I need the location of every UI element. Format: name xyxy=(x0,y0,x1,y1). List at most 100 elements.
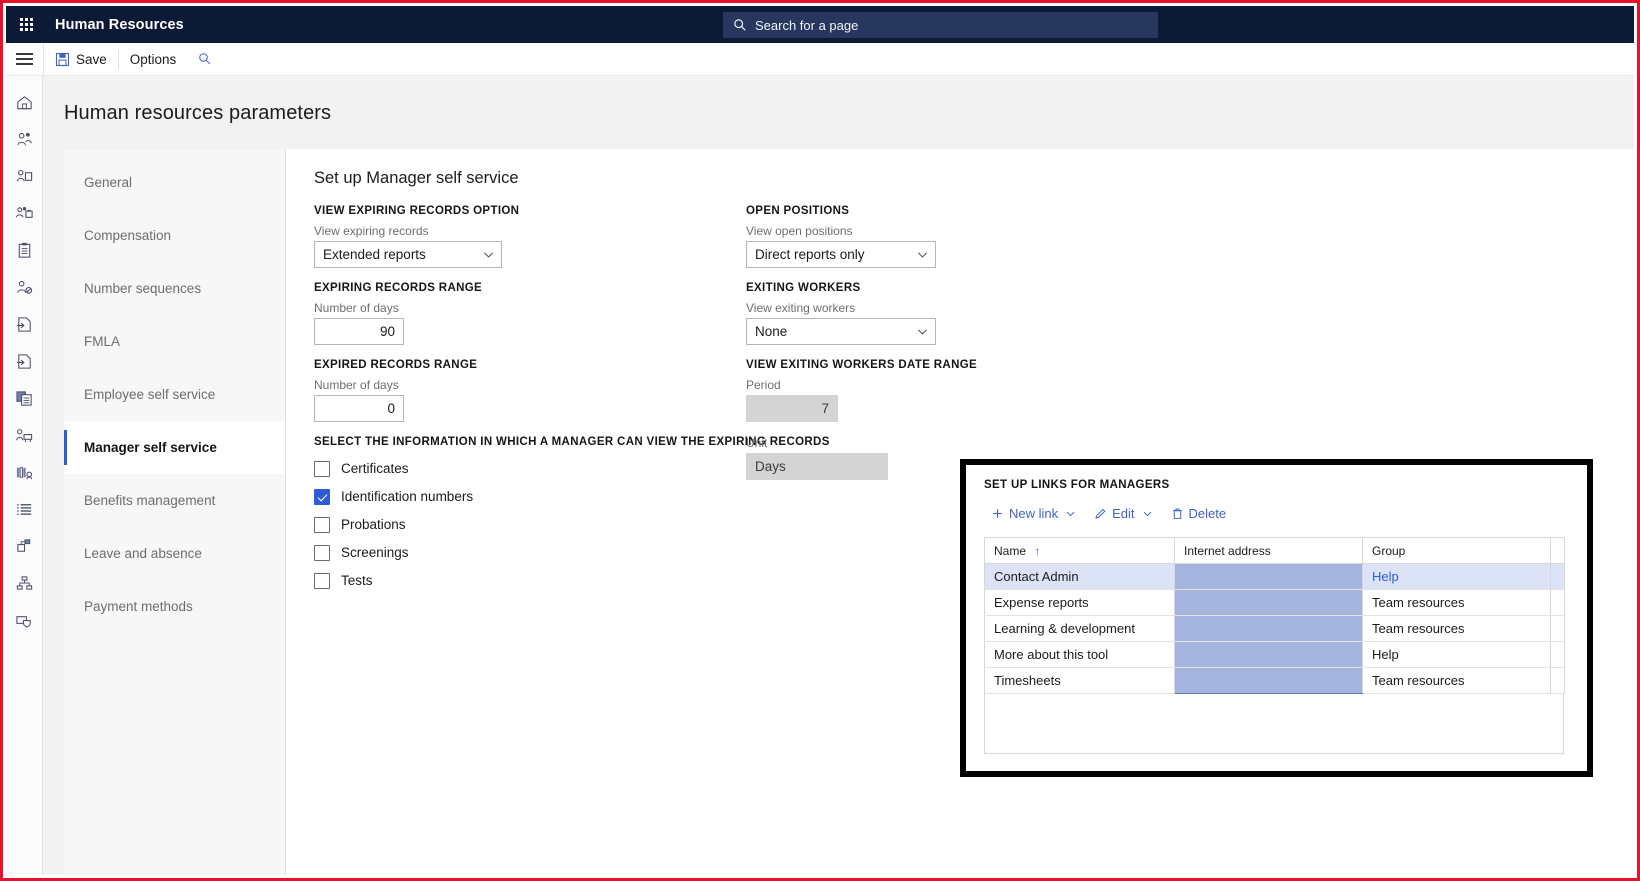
links-card-header: SET UP LINKS FOR MANAGERS xyxy=(984,479,1569,491)
options-button[interactable]: Options xyxy=(119,43,188,76)
group-header-view-expiring-records-option: VIEW EXPIRING RECORDS OPTION xyxy=(314,205,746,217)
column-header-name[interactable]: Name ↑ xyxy=(985,538,1175,564)
view-exiting-workers-select[interactable]: None xyxy=(746,318,936,345)
view-open-positions-select[interactable]: Direct reports only xyxy=(746,241,936,268)
checkbox-row-identification-numbers[interactable]: Identification numbers xyxy=(314,483,746,510)
tab-general[interactable]: General xyxy=(64,156,285,209)
table-row[interactable]: Expense reports Team resources xyxy=(985,590,1565,616)
rail-item-tag-shield[interactable] xyxy=(6,602,42,639)
checkbox-probations[interactable] xyxy=(314,517,330,533)
label-view-open-positions: View open positions xyxy=(746,224,1176,238)
tab-number-sequences[interactable]: Number sequences xyxy=(64,262,285,315)
rail-item-list[interactable] xyxy=(6,491,42,528)
checkbox-certificates[interactable] xyxy=(314,461,330,477)
cell-name[interactable]: More about this tool xyxy=(985,642,1175,668)
arrow-up-icon: ↑ xyxy=(1034,544,1040,558)
app-launcher-icon[interactable] xyxy=(6,6,46,43)
cell-name[interactable]: Expense reports xyxy=(985,590,1175,616)
tab-compensation[interactable]: Compensation xyxy=(64,209,285,262)
cell-internet-address[interactable] xyxy=(1175,564,1363,590)
label-expiring-number-of-days: Number of days xyxy=(314,301,746,315)
cell-group[interactable]: Team resources xyxy=(1363,668,1551,694)
global-search-box[interactable]: Search for a page xyxy=(723,12,1158,38)
cell-spacer xyxy=(1551,616,1565,642)
column-header-name-label: Name xyxy=(994,544,1026,558)
group-header-expiring-records-range: EXPIRING RECORDS RANGE xyxy=(314,282,746,294)
table-row[interactable]: Learning & development Team resources xyxy=(985,616,1565,642)
cell-group[interactable]: Team resources xyxy=(1363,590,1551,616)
table-row[interactable]: Timesheets Team resources xyxy=(985,668,1565,694)
checkbox-screenings[interactable] xyxy=(314,545,330,561)
table-row[interactable]: More about this tool Help xyxy=(985,642,1565,668)
group-header-manager-view-expiring-records: SELECT THE INFORMATION IN WHICH A MANAGE… xyxy=(314,436,746,448)
checkbox-label: Certificates xyxy=(341,461,409,476)
set-up-links-card: SET UP LINKS FOR MANAGERS New link xyxy=(966,465,1587,754)
checkbox-label: Tests xyxy=(341,573,373,588)
expired-number-of-days-input[interactable]: 0 xyxy=(314,395,404,422)
person-document-icon xyxy=(15,167,34,186)
new-link-label: New link xyxy=(1009,506,1058,521)
rail-item-reports-bar[interactable] xyxy=(6,454,42,491)
cell-internet-address[interactable] xyxy=(1175,642,1363,668)
rail-item-document-share-1[interactable] xyxy=(6,306,42,343)
cell-internet-address[interactable] xyxy=(1175,668,1363,694)
tab-fmla[interactable]: FMLA xyxy=(64,315,285,368)
tab-benefits-management[interactable]: Benefits management xyxy=(64,474,285,527)
checkbox-row-tests[interactable]: Tests xyxy=(314,567,746,594)
tab-label: Manager self service xyxy=(84,440,217,455)
new-link-button[interactable]: New link xyxy=(984,501,1083,525)
rail-item-home[interactable] xyxy=(6,84,42,121)
checkbox-row-probations[interactable]: Probations xyxy=(314,511,746,538)
tab-payment-methods[interactable]: Payment methods xyxy=(64,580,285,633)
cell-name[interactable]: Learning & development xyxy=(985,616,1175,642)
tab-manager-self-service[interactable]: Manager self service xyxy=(64,421,285,474)
tab-label: Benefits management xyxy=(84,493,215,508)
cell-name[interactable]: Contact Admin xyxy=(985,564,1175,590)
cell-group[interactable]: Help xyxy=(1363,642,1551,668)
cell-internet-address[interactable] xyxy=(1175,616,1363,642)
save-button[interactable]: Save xyxy=(44,43,118,76)
edit-link-button[interactable]: Edit xyxy=(1087,501,1159,525)
tag-shield-icon xyxy=(15,611,34,630)
checkbox-label: Identification numbers xyxy=(341,489,473,504)
set-up-links-highlight-box: SET UP LINKS FOR MANAGERS New link xyxy=(960,459,1593,777)
cell-group[interactable]: Team resources xyxy=(1363,616,1551,642)
rail-item-org-person[interactable] xyxy=(6,528,42,565)
view-expiring-records-select[interactable]: Extended reports xyxy=(314,241,502,268)
checkbox-row-screenings[interactable]: Screenings xyxy=(314,539,746,566)
rail-item-document-share-2[interactable] xyxy=(6,343,42,380)
hamburger-menu-icon[interactable] xyxy=(6,43,44,76)
cell-internet-address[interactable] xyxy=(1175,590,1363,616)
tab-leave-and-absence[interactable]: Leave and absence xyxy=(64,527,285,580)
checkbox-row-certificates[interactable]: Certificates xyxy=(314,455,746,482)
chevron-down-icon xyxy=(1065,508,1076,519)
label-view-exiting-workers: View exiting workers xyxy=(746,301,1176,315)
rail-item-clipboard[interactable] xyxy=(6,232,42,269)
page-title: Human resources parameters xyxy=(43,76,1634,125)
rail-item-copy-clipboard[interactable] xyxy=(6,380,42,417)
expiring-number-of-days-input[interactable]: 90 xyxy=(314,318,404,345)
column-header-group[interactable]: Group xyxy=(1363,538,1551,564)
links-grid: Name ↑ Internet address Group xyxy=(984,537,1565,694)
checkbox-label: Screenings xyxy=(341,545,409,560)
tab-label: Employee self service xyxy=(84,387,215,402)
delete-link-label: Delete xyxy=(1189,506,1227,521)
documents-copy-icon xyxy=(15,389,34,408)
command-bar-search-button[interactable] xyxy=(187,43,223,76)
rail-item-workers[interactable] xyxy=(6,121,42,158)
chevron-down-icon xyxy=(916,248,929,261)
cell-group[interactable]: Help xyxy=(1363,564,1551,590)
rail-item-person-desk[interactable] xyxy=(6,417,42,454)
rail-item-org-chart[interactable] xyxy=(6,565,42,602)
rail-item-person-page[interactable] xyxy=(6,158,42,195)
rail-item-teams[interactable] xyxy=(6,195,42,232)
tab-employee-self-service[interactable]: Employee self service xyxy=(64,368,285,421)
column-header-spacer xyxy=(1551,538,1565,564)
checkbox-tests[interactable] xyxy=(314,573,330,589)
table-row[interactable]: Contact Admin Help xyxy=(985,564,1565,590)
column-header-internet-address[interactable]: Internet address xyxy=(1175,538,1363,564)
checkbox-identification-numbers[interactable] xyxy=(314,489,330,505)
cell-name[interactable]: Timesheets xyxy=(985,668,1175,694)
delete-link-button[interactable]: Delete xyxy=(1164,501,1234,525)
rail-item-person-blocked[interactable] xyxy=(6,269,42,306)
